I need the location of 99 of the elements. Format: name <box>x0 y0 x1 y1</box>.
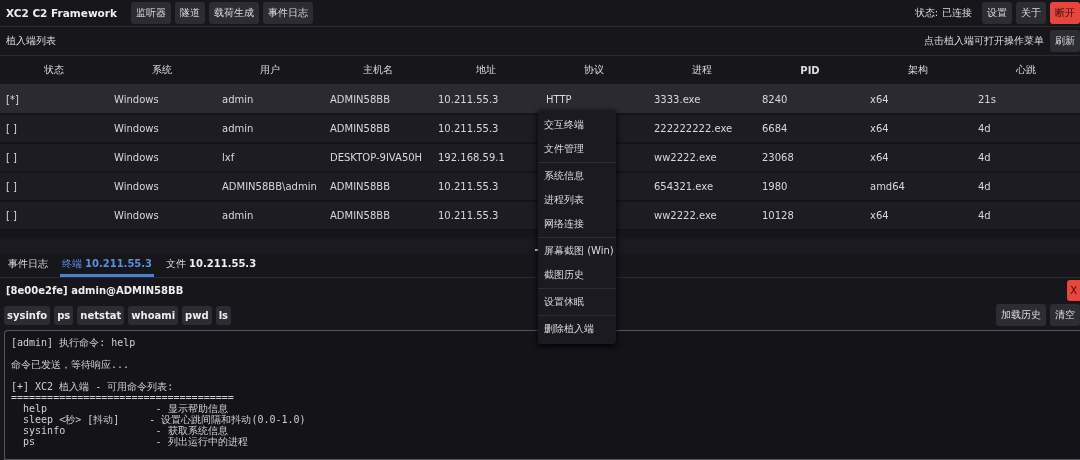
table-cell: 10.211.55.3 <box>432 86 540 113</box>
table-cell: x64 <box>864 86 972 113</box>
app-title: XC2 C2 Framework <box>6 7 117 19</box>
table-cell: 10.211.55.3 <box>432 115 540 142</box>
table-cell: 4d <box>972 115 1080 142</box>
terminal-line: sysinfo - 获取系统信息 <box>22 425 228 436</box>
command-button[interactable]: sysinfo <box>4 305 51 325</box>
table-cell: Windows <box>108 202 216 229</box>
table-cell: 1980 <box>756 173 864 200</box>
menu-item[interactable]: 屏幕截图 (Win) <box>538 239 616 263</box>
table-cell: Windows <box>108 115 216 142</box>
menu-item[interactable]: 交互终端 <box>538 113 616 137</box>
table-cell: 8240 <box>756 86 864 113</box>
session-label: [8e00e2fe] admin@ADMIN58BB <box>6 284 184 296</box>
menu-item[interactable]: 网络连接 <box>538 212 616 236</box>
column-header: 系统 <box>151 63 173 77</box>
table-cell: lxf <box>216 144 324 171</box>
menu-item[interactable]: 设置休眠 <box>538 290 616 314</box>
refresh-button[interactable]: 刷新 <box>1050 30 1080 52</box>
table-cell[interactable]: [ ] <box>0 144 108 171</box>
table-cell: 4d <box>972 144 1080 171</box>
history-button[interactable]: 清空 <box>1050 304 1080 326</box>
terminal-line: [+] XC2 植入端 - 可用命令列表: <box>11 381 175 392</box>
table-cell: ADMIN58BB <box>324 202 432 229</box>
command-button[interactable]: pwd <box>182 305 212 325</box>
table-cell: x64 <box>864 144 972 171</box>
table-cell[interactable]: [*] <box>0 86 108 113</box>
table-cell[interactable]: [ ] <box>0 202 108 229</box>
table-cell: admin <box>216 115 324 142</box>
table-cell: 10128 <box>756 202 864 229</box>
table-cell: ADMIN58BB\admin <box>216 173 324 200</box>
menu-item[interactable]: 截图历史 <box>538 263 616 287</box>
menu-item[interactable]: 进程列表 <box>538 188 616 212</box>
menu-item[interactable]: 文件管理 <box>538 137 616 161</box>
status-value: 已连接 <box>942 6 972 20</box>
command-button[interactable]: whoami <box>128 305 179 325</box>
close-button[interactable]: X <box>1067 279 1080 301</box>
nav-button[interactable]: 事件日志 <box>262 2 313 24</box>
table-cell: Windows <box>108 144 216 171</box>
tab[interactable]: 文件 10.211.55.3 <box>164 253 259 277</box>
hint-text: 点击植入端可打开操作菜单 <box>924 34 1044 48</box>
table-cell: 654321.exe <box>648 173 756 200</box>
tab[interactable]: 终端 10.211.55.3 <box>60 253 155 277</box>
tab[interactable]: 事件日志 <box>6 253 50 277</box>
table-cell: ww2222.exe <box>648 144 756 171</box>
terminal-line: ps - 列出运行中的进程 <box>22 436 249 447</box>
table-cell: 222222222.exe <box>648 115 756 142</box>
table-cell: DESKTOP-9IVA50H <box>324 144 432 171</box>
column-header: 用户 <box>259 63 281 77</box>
nav-button[interactable]: 载荷生成 <box>208 2 259 24</box>
column-header: 主机名 <box>362 63 394 77</box>
nav-button[interactable]: 监听器 <box>130 2 171 24</box>
column-header: 协议 <box>583 63 605 77</box>
table-cell: x64 <box>864 115 972 142</box>
table-cell[interactable]: [ ] <box>0 115 108 142</box>
terminal-line: sleep <秒> [抖动] - 设置心跳间隔和抖动(0.0-1.0) <box>22 414 307 425</box>
column-header: 架构 <box>907 63 929 77</box>
column-header: 地址 <box>475 63 497 77</box>
table-cell: ADMIN58BB <box>324 115 432 142</box>
table-cell: ADMIN58BB <box>324 86 432 113</box>
terminal-line: [admin] 执行命令: help <box>11 337 137 348</box>
table-cell: 4d <box>972 173 1080 200</box>
table-cell: 4d <box>972 202 1080 229</box>
table-cell: HTTP <box>540 86 648 113</box>
section-title: 植入端列表 <box>6 34 56 48</box>
disconnect-button[interactable]: 断开 <box>1050 2 1080 24</box>
toolbar-button[interactable]: 关于 <box>1016 2 1046 24</box>
table-cell: Windows <box>108 173 216 200</box>
history-button[interactable]: 加载历史 <box>996 304 1046 326</box>
command-button[interactable]: ps <box>54 305 74 325</box>
table-cell: 10.211.55.3 <box>432 173 540 200</box>
menu-item[interactable]: 系统信息 <box>538 164 616 188</box>
column-header: 心跳 <box>1015 63 1037 77</box>
table-cell: ww2222.exe <box>648 202 756 229</box>
command-button[interactable]: ls <box>215 305 232 325</box>
table-cell: 6684 <box>756 115 864 142</box>
table-cell: Windows <box>108 86 216 113</box>
terminal-line: ===================================== <box>11 392 235 403</box>
terminal-line: help - 显示帮助信息 <box>22 403 228 414</box>
menu-item[interactable]: 删除植入端 <box>538 317 616 341</box>
table-cell: x64 <box>864 202 972 229</box>
table-cell[interactable]: [ ] <box>0 173 108 200</box>
table-cell: 10.211.55.3 <box>432 202 540 229</box>
table-cell: 192.168.59.1 <box>432 144 540 171</box>
terminal-line: 命令已发送，等待响应... <box>11 359 131 370</box>
table-cell: admin <box>216 202 324 229</box>
table-cell: ADMIN58BB <box>324 173 432 200</box>
table-cell: amd64 <box>864 173 972 200</box>
table-cell: admin <box>216 86 324 113</box>
column-header: 状态 <box>43 63 65 77</box>
column-header: PID <box>799 64 821 76</box>
nav-button[interactable]: 隧道 <box>174 2 205 24</box>
status-label: 状态: <box>914 6 938 20</box>
column-header: 进程 <box>691 63 713 77</box>
table-cell: 23068 <box>756 144 864 171</box>
command-button[interactable]: netstat <box>77 305 125 325</box>
table-cell: 21s <box>972 86 1080 113</box>
toolbar-button[interactable]: 设置 <box>982 2 1012 24</box>
table-cell: 3333.exe <box>648 86 756 113</box>
